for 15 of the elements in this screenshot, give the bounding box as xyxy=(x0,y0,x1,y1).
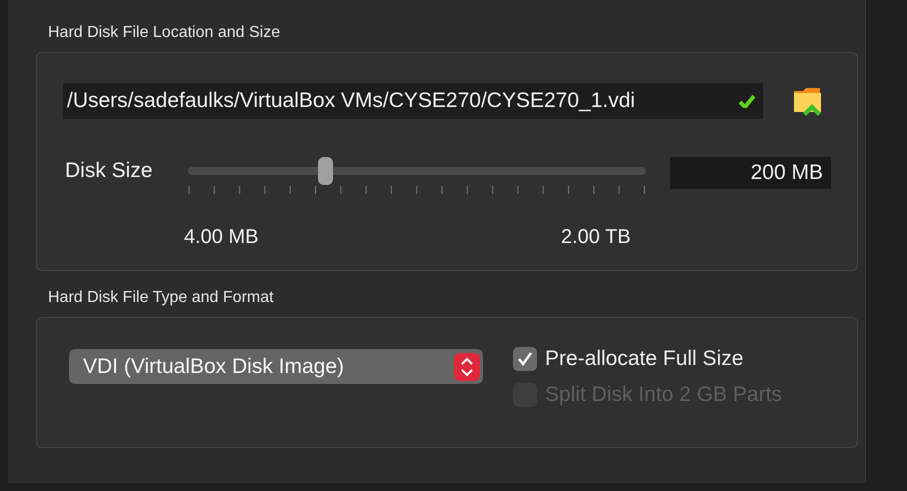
max-size-label: 2.00 TB xyxy=(561,226,631,249)
min-size-label: 4.00 MB xyxy=(184,226,260,249)
section-title: Hard Disk File Location and Size xyxy=(48,24,282,42)
file-path-field[interactable]: /Users/sadefaulks/VirtualBox VMs/CYSE270/CYSE270_1.vdi xyxy=(63,83,763,119)
size-field[interactable]: 200 MB xyxy=(670,157,831,189)
section-title: Hard Disk File Type and Format xyxy=(48,289,275,307)
stepper-icon xyxy=(454,352,480,380)
slider-thumb[interactable] xyxy=(318,157,334,185)
checkbox[interactable] xyxy=(513,347,537,371)
checkbox-option[interactable]: Pre-allocate Full Size xyxy=(513,347,782,371)
size-slider[interactable] xyxy=(188,157,646,185)
folder-icon[interactable] xyxy=(793,86,823,116)
checkmark-icon xyxy=(517,352,533,366)
disk-size-label: Disk Size xyxy=(64,159,154,184)
format-dropdown[interactable]: VDI (VirtualBox Disk Image) xyxy=(69,349,483,384)
